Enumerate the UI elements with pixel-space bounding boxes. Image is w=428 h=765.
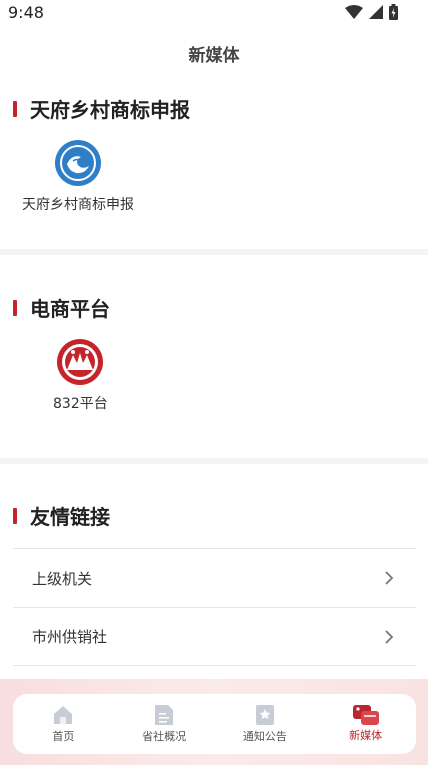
tab-label: 首页	[52, 730, 75, 743]
link-label: 市州供销社	[32, 628, 108, 646]
signal-icon	[369, 5, 383, 19]
status-time: 9:48	[8, 3, 44, 22]
section-accent-bar	[13, 100, 17, 117]
platform-832-logo-icon	[57, 339, 104, 385]
trademark-section: 天府乡村商标申报 天府乡村商标申报	[0, 80, 428, 249]
friendly-links-section: 友情链接 上级机关 市州供销社	[0, 464, 428, 679]
tab-label: 新媒体	[349, 729, 383, 742]
link-label: 上级机关	[32, 569, 93, 588]
tab-label: 通知公告	[242, 730, 287, 743]
section-title: 电商平台	[30, 297, 110, 321]
document-icon	[155, 705, 174, 725]
section-accent-bar	[13, 299, 17, 316]
chevron-right-icon	[385, 629, 394, 644]
wifi-icon	[345, 5, 363, 19]
section-accent-bar	[13, 507, 17, 524]
tab-label: 省社概况	[142, 730, 187, 743]
status-bar: 9:48	[0, 0, 428, 26]
section-title: 友情链接	[30, 505, 110, 529]
media-icon	[352, 705, 379, 725]
tab-home[interactable]: 首页	[13, 694, 114, 754]
link-row-superior-authorities[interactable]: 上级机关	[13, 548, 416, 607]
section-title: 天府乡村商标申报	[30, 98, 190, 122]
app-label: 天府乡村商标申报	[22, 197, 134, 213]
tianfu-logo-icon	[55, 140, 101, 186]
app-tile-tianfu-trademark[interactable]: 天府乡村商标申报	[22, 140, 134, 214]
trademark-section-header: 天府乡村商标申报	[13, 94, 190, 123]
link-row-city-coops[interactable]: 市州供销社	[13, 607, 416, 666]
tab-new-media[interactable]: 新媒体	[315, 694, 416, 754]
home-icon	[54, 706, 73, 724]
tab-overview[interactable]: 省社概况	[114, 694, 215, 754]
bottom-tab-bar: 首页 省社概况 通知公告 新媒体	[13, 694, 416, 754]
ecommerce-section-header: 电商平台	[13, 293, 110, 322]
app-label: 832平台	[53, 396, 108, 412]
tab-notices[interactable]: 通知公告	[215, 694, 316, 754]
app-tile-832-platform[interactable]: 832平台	[53, 339, 108, 413]
chevron-right-icon	[385, 571, 394, 585]
links-section-header: 友情链接	[13, 501, 110, 530]
battery-icon	[389, 4, 398, 20]
notice-icon	[255, 705, 274, 725]
ecommerce-section: 电商平台 832平台	[0, 255, 428, 458]
page-header: 新媒体	[0, 26, 428, 80]
page-title: 新媒体	[188, 45, 240, 66]
status-icons	[345, 4, 398, 20]
